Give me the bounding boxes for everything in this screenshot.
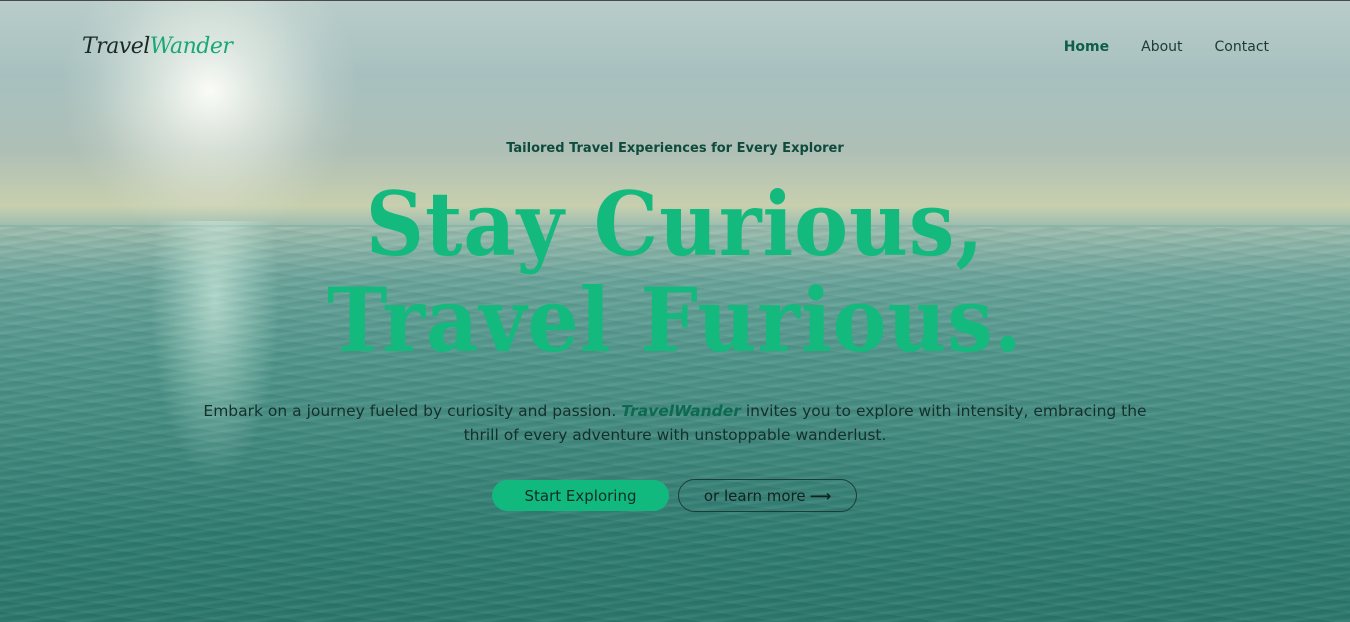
arrow-right-icon: ⟶ xyxy=(809,486,832,505)
logo-text-wander: Wander xyxy=(149,34,233,59)
main-nav: Home About Contact xyxy=(1064,39,1269,55)
site-logo[interactable]: TravelWander xyxy=(82,34,233,59)
nav-link-about[interactable]: About xyxy=(1141,39,1182,55)
headline-line-1: Stay Curious, xyxy=(365,172,985,276)
learn-more-label: or learn more xyxy=(703,486,806,505)
nav-link-home[interactable]: Home xyxy=(1064,39,1109,55)
description-brand-name: TravelWander xyxy=(621,401,741,420)
description-text-start: Embark on a journey fueled by curiosity … xyxy=(203,401,622,420)
learn-more-button[interactable]: or learn more ⟶ xyxy=(678,479,857,512)
hero-tagline: Tailored Travel Experiences for Every Ex… xyxy=(506,141,844,156)
nav-link-contact[interactable]: Contact xyxy=(1215,39,1269,55)
logo-text-travel: Travel xyxy=(82,34,150,59)
hero-description: Embark on a journey fueled by curiosity … xyxy=(200,399,1150,447)
hero-headline: Stay Curious, Travel Furious. xyxy=(54,176,1296,368)
start-exploring-button[interactable]: Start Exploring xyxy=(492,480,669,511)
headline-line-2: Travel Furious. xyxy=(327,268,1023,372)
